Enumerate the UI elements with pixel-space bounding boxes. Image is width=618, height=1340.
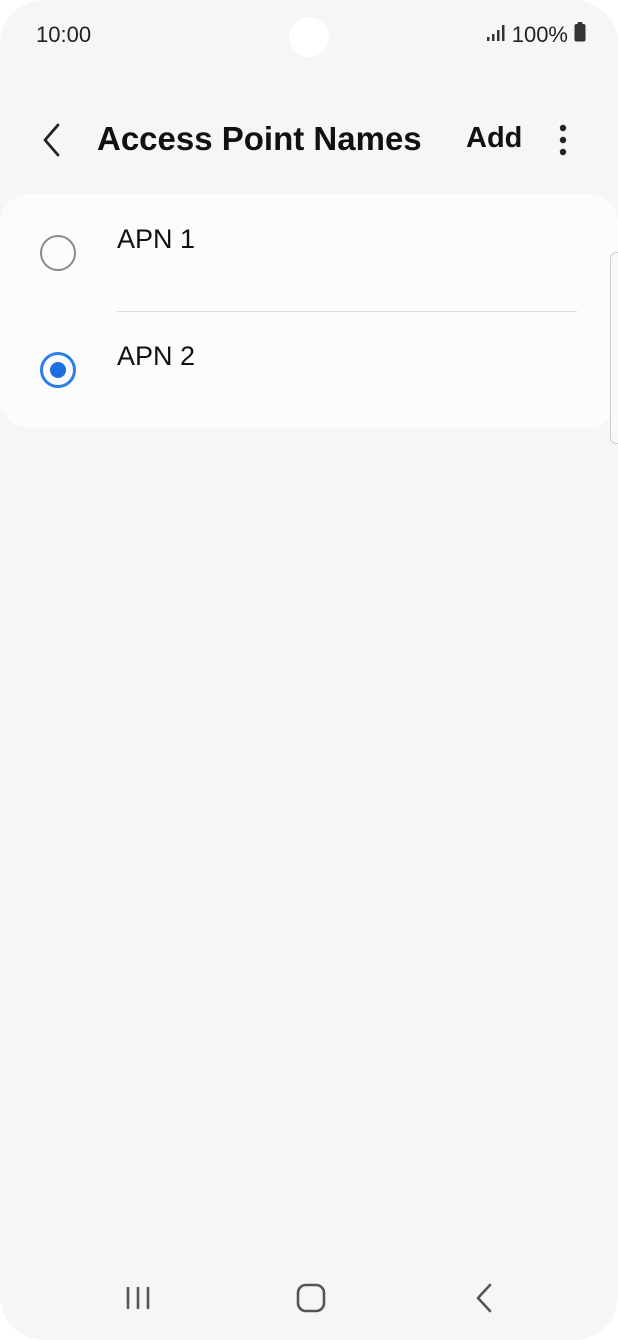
status-time: 10:00: [36, 22, 92, 47]
status-bar: 10:00 100%: [0, 0, 618, 72]
back-icon: [476, 1283, 492, 1313]
page-title: Access Point Names: [97, 120, 422, 157]
back-button[interactable]: [30, 118, 74, 162]
camera-cutout: [289, 17, 329, 57]
home-icon: [296, 1283, 326, 1313]
radio-selected-dot: [50, 362, 66, 378]
nav-back-button[interactable]: [454, 1272, 514, 1324]
phone-screen: 10:00 100% Access Point Names Add APN 1 …: [0, 0, 618, 1340]
radio-button-selected[interactable]: [40, 352, 76, 388]
apn-label: APN 2: [117, 341, 196, 371]
navigation-bar: [0, 1262, 618, 1334]
chevron-left-icon: [43, 123, 60, 157]
add-button[interactable]: Add: [466, 122, 522, 155]
recent-apps-button[interactable]: [108, 1272, 168, 1324]
status-indicators: 100%: [486, 22, 586, 48]
apn-item[interactable]: APN 1: [0, 194, 618, 311]
app-header: Access Point Names Add: [0, 100, 618, 180]
battery-full-icon: [574, 22, 586, 48]
apn-label: APN 1: [117, 224, 196, 254]
signal-bars-icon: [486, 22, 506, 48]
more-vertical-icon: [559, 124, 567, 156]
more-options-button[interactable]: [546, 118, 580, 162]
radio-button-unselected[interactable]: [40, 235, 76, 271]
battery-percent: 100%: [511, 22, 568, 47]
recent-apps-icon: [126, 1287, 150, 1309]
apn-list: APN 1 APN 2: [0, 194, 618, 428]
apn-item[interactable]: APN 2: [0, 311, 618, 428]
home-button[interactable]: [281, 1272, 341, 1324]
scroll-indicator[interactable]: [610, 252, 618, 444]
